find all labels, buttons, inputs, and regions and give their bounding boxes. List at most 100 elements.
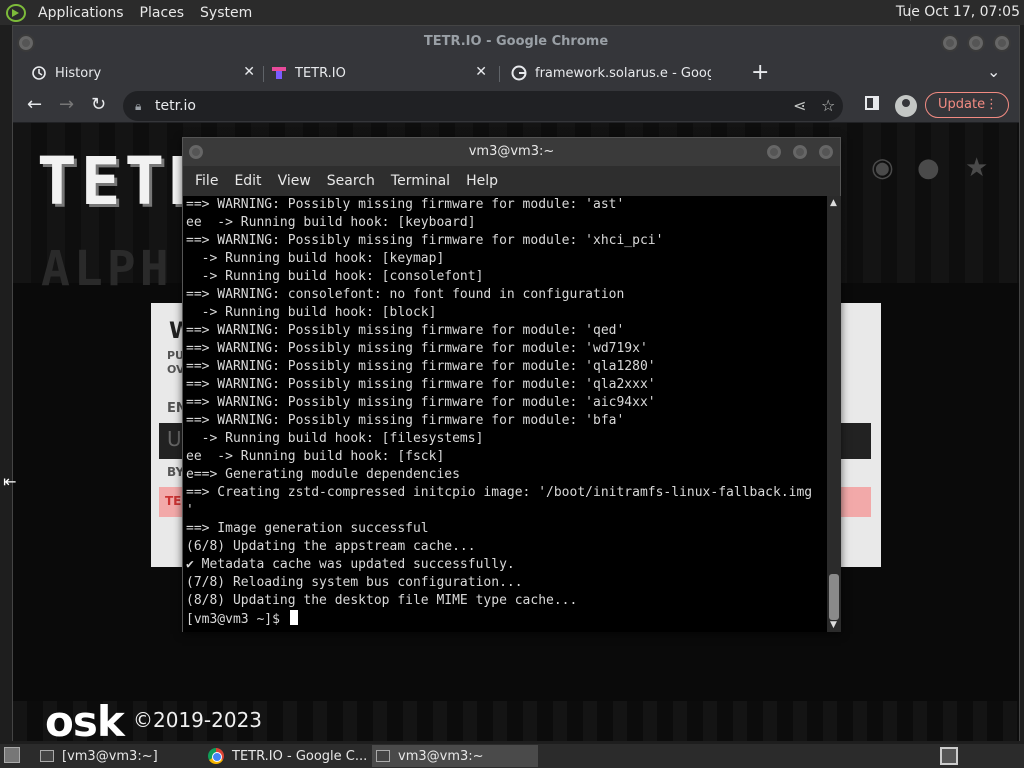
scroll-down-icon[interactable]: ▼ xyxy=(830,620,837,630)
tab-divider xyxy=(263,66,264,82)
terminal-line: ==> WARNING: Possibly missing firmware f… xyxy=(186,233,664,248)
profile-avatar-icon[interactable] xyxy=(895,95,917,117)
taskbar-item-terminal-1[interactable]: [vm3@vm3:~] xyxy=(36,745,200,767)
close-button[interactable] xyxy=(993,34,1011,52)
github-icon[interactable]: ● xyxy=(917,153,940,183)
copyright-text: ©2019-2023 xyxy=(133,708,263,732)
lock-icon[interactable]: 🔒︎ xyxy=(135,91,141,121)
more-menu-icon[interactable]: ⋮ xyxy=(985,93,998,117)
bookmark-star-icon[interactable]: ☆ xyxy=(821,91,835,121)
maximize-button[interactable] xyxy=(967,34,985,52)
panel-button-label: TE xyxy=(165,494,182,508)
tab-framework[interactable]: framework.solarus.e - Google xyxy=(511,58,711,88)
chrome-icon xyxy=(208,748,224,764)
terminal-line: ee -> Running build hook: [fsck] xyxy=(186,449,445,464)
google-favicon xyxy=(511,65,527,81)
osk-logo: osk xyxy=(45,697,125,741)
menu-help[interactable]: Help xyxy=(458,173,506,189)
update-label: Update xyxy=(938,97,986,112)
minimize-button[interactable] xyxy=(941,34,959,52)
alpha-label: ALPH xyxy=(41,241,173,297)
terminal-window: vm3@vm3:~ File Edit View Search Terminal… xyxy=(182,137,841,632)
menu-applications[interactable]: Applications xyxy=(30,5,132,21)
taskbar-item-chrome[interactable]: TETR.IO - Google C... xyxy=(204,745,368,767)
terminal-line: ==> WARNING: Possibly missing firmware f… xyxy=(186,341,648,356)
terminal-line: -> Running build hook: [block] xyxy=(186,305,437,320)
terminal-icon xyxy=(40,750,54,762)
discord-icon[interactable]: ◉ xyxy=(871,153,894,183)
menu-file[interactable]: File xyxy=(187,173,226,189)
terminal-line: ==> WARNING: Possibly missing firmware f… xyxy=(186,359,656,374)
chrome-titlebar[interactable]: TETR.IO - Google Chrome xyxy=(13,26,1019,58)
address-bar[interactable]: 🔒︎ tetr.io ⋖ ☆ xyxy=(123,91,843,121)
terminal-line: -> Running build hook: [filesystems] xyxy=(186,431,484,446)
tab-label: History xyxy=(55,65,102,81)
window-menu-icon[interactable] xyxy=(187,143,205,161)
menu-terminal[interactable]: Terminal xyxy=(383,173,458,189)
minimize-button[interactable] xyxy=(765,143,783,161)
terminal-line: e==> Generating module dependencies xyxy=(186,467,460,482)
terminal-line: ✔ Metadata cache was updated successfull… xyxy=(186,557,515,572)
menu-edit[interactable]: Edit xyxy=(226,173,269,189)
maximize-button[interactable] xyxy=(791,143,809,161)
username-input-text: U xyxy=(167,427,182,451)
share-icon[interactable]: ⋖ xyxy=(793,91,806,121)
menu-search[interactable]: Search xyxy=(319,173,383,189)
terminal-titlebar[interactable]: vm3@vm3:~ xyxy=(183,138,840,166)
forward-arrow-icon[interactable]: → xyxy=(59,94,74,115)
tab-bar: History ✕ TETR.IO ✕ framework.solarus.e … xyxy=(13,58,1019,88)
url-text[interactable]: tetr.io xyxy=(155,98,196,114)
terminal-line: ==> Image generation successful xyxy=(186,521,429,536)
terminal-line: ==> WARNING: Possibly missing firmware f… xyxy=(186,197,625,212)
terminal-line: ==> WARNING: Possibly missing firmware f… xyxy=(186,323,625,338)
chrome-toolbar: ← → ↻ 🔒︎ tetr.io ⋖ ☆ Update ⋮ xyxy=(13,88,1019,123)
desktop: Applications Places System Tue Oct 17, 0… xyxy=(0,0,1024,768)
terminal-line: -> Running build hook: [consolefont] xyxy=(186,269,484,284)
terminal-title: vm3@vm3:~ xyxy=(468,144,555,159)
terminal-line: ==> WARNING: consolefont: no font found … xyxy=(186,287,625,302)
terminal-line: ee -> Running build hook: [keyboard] xyxy=(186,215,476,230)
star-icon[interactable]: ★ xyxy=(965,153,988,183)
terminal-icon xyxy=(376,750,390,762)
tab-divider xyxy=(499,66,500,82)
clock[interactable]: Tue Oct 17, 07:05 xyxy=(896,4,1020,20)
terminal-menubar: File Edit View Search Terminal Help xyxy=(183,166,840,196)
distro-logo-icon[interactable] xyxy=(6,3,26,22)
menu-places[interactable]: Places xyxy=(132,5,193,21)
history-icon xyxy=(31,65,47,81)
taskbar-item-terminal-2[interactable]: vm3@vm3:~ xyxy=(372,745,538,767)
scrollbar-thumb[interactable] xyxy=(829,574,839,620)
window-menu-icon[interactable] xyxy=(17,34,35,52)
tab-label: framework.solarus.e - Google xyxy=(535,65,711,81)
chrome-window-title: TETR.IO - Google Chrome xyxy=(423,34,609,49)
terminal-lines: ==> WARNING: Possibly missing firmware f… xyxy=(183,196,827,629)
tab-history[interactable]: History ✕ xyxy=(31,58,261,88)
tab-search-chevron-icon[interactable]: ⌄ xyxy=(987,62,1000,81)
menu-view[interactable]: View xyxy=(270,173,319,189)
terminal-prompt[interactable]: [vm3@vm3 ~]$ xyxy=(186,610,827,629)
side-panel-icon[interactable] xyxy=(865,96,879,110)
close-icon[interactable]: ✕ xyxy=(475,64,487,80)
close-icon[interactable]: ✕ xyxy=(243,64,255,80)
tab-tetrio[interactable]: TETR.IO ✕ xyxy=(271,58,493,88)
text-cursor xyxy=(289,610,298,625)
terminal-line: (7/8) Reloading system bus configuration… xyxy=(186,575,523,590)
terminal-line: (8/8) Updating the desktop file MIME typ… xyxy=(186,593,578,608)
workspace-switcher-icon[interactable] xyxy=(940,747,958,765)
update-button[interactable]: Update ⋮ xyxy=(925,92,1009,118)
terminal-line: ==> Creating zstd-compressed initcpio im… xyxy=(186,485,813,500)
reload-icon[interactable]: ↻ xyxy=(91,94,106,115)
back-arrow-icon[interactable]: ← xyxy=(27,94,42,115)
bottom-panel: [vm3@vm3:~] TETR.IO - Google C... vm3@vm… xyxy=(0,744,1024,768)
show-desktop-icon[interactable] xyxy=(4,747,20,763)
terminal-scrollbar[interactable]: ▲ ▼ xyxy=(827,196,841,632)
taskbar-label: [vm3@vm3:~] xyxy=(62,748,158,764)
prompt-text: [vm3@vm3 ~]$ xyxy=(186,612,288,627)
taskbar-label: TETR.IO - Google C... xyxy=(232,748,368,764)
terminal-output[interactable]: ==> WARNING: Possibly missing firmware f… xyxy=(183,196,827,632)
new-tab-button[interactable]: + xyxy=(751,60,769,85)
menu-system[interactable]: System xyxy=(192,5,260,21)
scroll-up-icon[interactable]: ▲ xyxy=(830,198,837,208)
close-button[interactable] xyxy=(817,143,835,161)
terminal-line: ==> WARNING: Possibly missing firmware f… xyxy=(186,377,656,392)
